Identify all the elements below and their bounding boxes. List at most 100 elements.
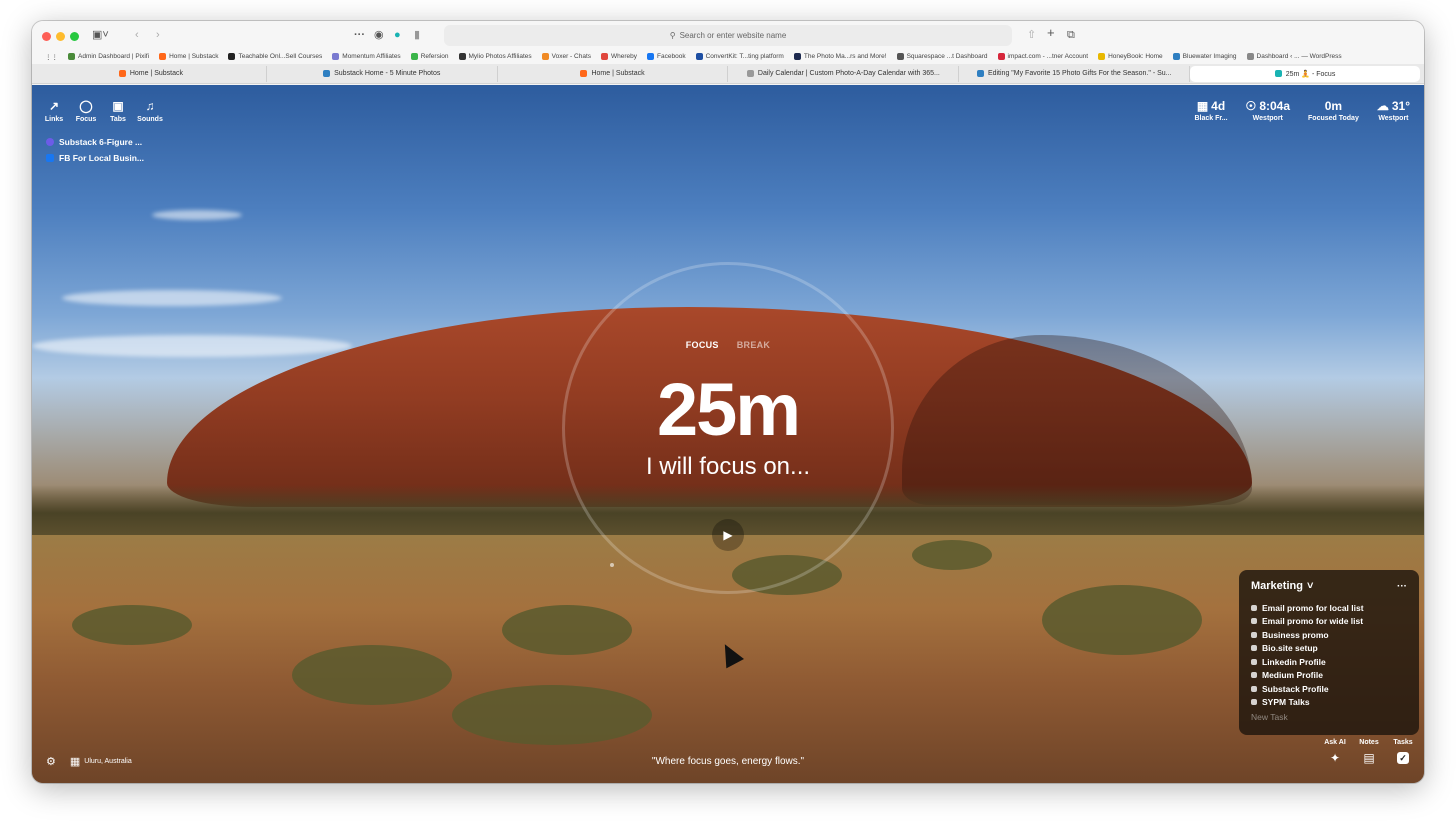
tab-item-active[interactable]: 25m 🧘 - Focus	[1190, 65, 1420, 82]
task-item[interactable]: Medium Profile	[1251, 669, 1407, 683]
minimize-window-button[interactable]	[56, 32, 65, 41]
bookmark-item[interactable]: Whereby	[596, 53, 642, 60]
bookmark-item[interactable]: Home | Substack	[154, 53, 223, 60]
focus-button[interactable]: ◯ Focus	[75, 99, 97, 123]
new-task-input[interactable]: New Task	[1251, 712, 1407, 722]
world-clock-widget[interactable]: ☉ 8:04a Westport	[1246, 99, 1290, 122]
bookmark-item[interactable]: impact.com - ...tner Account	[993, 53, 1094, 60]
bookmark-label: Voxer - Chats	[551, 53, 592, 60]
bookmark-item[interactable]: Admin Dashboard | Pixifi	[63, 53, 154, 60]
bookmark-item[interactable]: HoneyBook: Home	[1093, 53, 1168, 60]
bookmark-label: Momentum Affiliates	[342, 53, 401, 60]
back-icon[interactable]: ‹	[135, 28, 139, 42]
sounds-label: Sounds	[137, 116, 163, 123]
task-label: SYPM Talks	[1262, 697, 1310, 708]
sounds-button[interactable]: ♫ Sounds	[137, 99, 163, 123]
extension-momentum-icon[interactable]: ●	[394, 28, 401, 42]
bookmark-item[interactable]: Squarespace ...t Dashboard	[892, 53, 993, 60]
bookmark-item[interactable]: Teachable Onl...Sell Courses	[223, 53, 327, 60]
tab-item[interactable]: Home | Substack	[36, 65, 267, 82]
task-item[interactable]: SYPM Talks	[1251, 696, 1407, 710]
focus-intent-input[interactable]: I will focus on...	[32, 453, 1424, 481]
cloud-icon: ☁	[1376, 99, 1389, 113]
task-list-title: Marketing	[1251, 580, 1303, 592]
sidebar-toggle-icon[interactable]: ▣˅	[92, 28, 109, 42]
share-icon[interactable]: ⇧	[1027, 28, 1036, 42]
focus-label: Focus	[75, 116, 97, 123]
timer-display[interactable]: 25m	[32, 367, 1424, 452]
bookmark-item[interactable]: Refersion	[406, 53, 454, 60]
forward-icon[interactable]: ›	[156, 28, 160, 42]
bookmark-label: HoneyBook: Home	[1108, 53, 1163, 60]
tab-label: 25m 🧘 - Focus	[1285, 70, 1336, 78]
weather-widget[interactable]: ☁ 31° Westport	[1377, 99, 1410, 122]
address-bar[interactable]: ⚲ Search or enter website name	[444, 25, 1012, 46]
bookmark-favicon	[793, 53, 801, 60]
top-right-widgets: ▦ 4d Black Fr... ☉ 8:04a Westport 0m Focus…	[1194, 99, 1410, 122]
new-tab-icon[interactable]: +	[1047, 26, 1055, 40]
task-checkbox[interactable]	[1251, 699, 1257, 706]
quick-link-label: FB For Local Busin...	[59, 153, 145, 163]
task-checkbox[interactable]	[1251, 685, 1257, 692]
bookmark-item[interactable]: Voxer - Chats	[537, 53, 596, 60]
task-item[interactable]: Bio.site setup	[1251, 642, 1407, 656]
mode-focus-tab[interactable]: FOCUS	[686, 340, 719, 350]
more-options-icon[interactable]: ···	[354, 28, 365, 42]
task-item[interactable]: Substack Profile	[1251, 682, 1407, 696]
bookmark-label: Admin Dashboard | Pixifi	[78, 53, 150, 60]
links-button[interactable]: ↗ Links	[44, 99, 64, 123]
tab-item[interactable]: Substack Home - 5 Minute Photos	[267, 65, 498, 82]
notes-button[interactable]: Notes ▤	[1358, 739, 1380, 764]
background-bush	[1042, 585, 1202, 655]
bookmark-favicon	[541, 53, 549, 60]
timer-mode-switch: FOCUS BREAK	[32, 340, 1424, 350]
focused-today-widget[interactable]: 0m Focused Today	[1308, 99, 1359, 122]
bookmark-item[interactable]: ConvertKit: T...ting platform	[691, 53, 789, 60]
task-list-selector[interactable]: Marketing ˅	[1251, 580, 1313, 592]
task-item[interactable]: Business promo	[1251, 628, 1407, 642]
mode-break-tab[interactable]: BREAK	[737, 340, 771, 350]
daily-quote[interactable]: "Where focus goes, energy flows."	[32, 756, 1424, 767]
task-checkbox[interactable]	[1251, 658, 1257, 665]
background-bush	[72, 605, 192, 645]
zoom-window-button[interactable]	[70, 32, 79, 41]
play-button[interactable]: ▶	[712, 519, 744, 551]
bookmark-item[interactable]: Facebook	[642, 53, 691, 60]
bookmark-item[interactable]: Bluewater Imaging	[1168, 53, 1242, 60]
clipboard-icon: ▤	[1363, 751, 1375, 765]
task-item[interactable]: Email promo for wide list	[1251, 615, 1407, 629]
task-item[interactable]: Linkedin Profile	[1251, 655, 1407, 669]
task-item[interactable]: Email promo for local list	[1251, 601, 1407, 615]
close-window-button[interactable]	[42, 32, 51, 41]
task-checkbox[interactable]	[1251, 672, 1257, 679]
task-checkbox[interactable]	[1251, 618, 1257, 625]
extension-shield-icon[interactable]: ▮	[414, 28, 420, 42]
extension-elephant-icon[interactable]: ◉	[374, 28, 384, 42]
tasks-button[interactable]: Tasks ✓	[1392, 739, 1414, 764]
task-checkbox[interactable]	[1251, 645, 1257, 652]
chevron-down-icon: ˅	[1306, 580, 1314, 592]
bookmarks-grid-icon[interactable]: ⋮⋮	[40, 53, 63, 61]
countdown-widget[interactable]: ▦ 4d Black Fr...	[1194, 99, 1227, 122]
tab-overview-icon[interactable]: ⧉	[1067, 28, 1075, 42]
tab-favicon	[323, 70, 331, 77]
task-checkbox[interactable]	[1251, 631, 1257, 638]
ai-sparkle-icon: ✦	[1329, 751, 1341, 765]
ask-ai-button[interactable]: Ask AI ✦	[1324, 739, 1346, 764]
weather-label: Westport	[1378, 115, 1409, 122]
bookmark-item[interactable]: Momentum Affiliates	[327, 53, 405, 60]
bookmark-item[interactable]: The Photo Ma...rs and More!	[789, 53, 892, 60]
tab-item[interactable]: Editing "My Favorite 15 Photo Gifts For …	[959, 65, 1191, 82]
play-icon: ▶	[723, 528, 733, 542]
tab-item[interactable]: Daily Calendar | Custom Photo-A-Day Cale…	[728, 65, 960, 82]
more-options-icon[interactable]: ···	[1397, 581, 1407, 592]
tabs-button[interactable]: ▣ Tabs	[108, 99, 128, 123]
bookmark-item[interactable]: Mylio Photos Affiliates	[454, 53, 537, 60]
tab-item[interactable]: Home | Substack	[498, 65, 729, 82]
countdown-value: 4d	[1211, 99, 1226, 113]
bookmark-favicon	[458, 53, 466, 60]
quick-link-item[interactable]: FB For Local Busin...	[46, 153, 144, 163]
bookmark-item[interactable]: Dashboard ‹ ... — WordPress	[1242, 53, 1347, 60]
quick-link-item[interactable]: Substack 6-Figure ...	[46, 137, 144, 147]
task-checkbox[interactable]	[1251, 604, 1257, 611]
